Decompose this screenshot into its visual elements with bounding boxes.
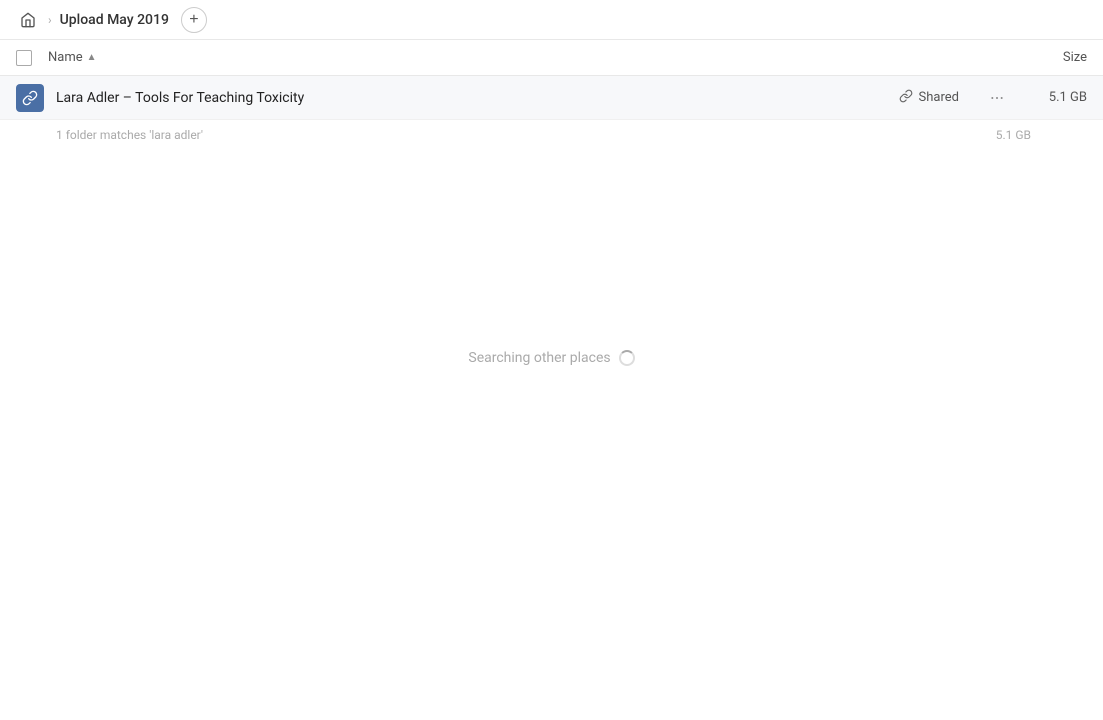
select-all-checkbox[interactable] [16, 50, 48, 66]
file-row[interactable]: Lara Adler – Tools For Teaching Toxicity… [0, 76, 1103, 120]
match-note-size: 5.1 GB [996, 128, 1047, 142]
name-column-header[interactable]: Name ▲ [48, 50, 1007, 65]
shared-label: Shared [919, 90, 959, 105]
file-icon-wrap [16, 84, 48, 112]
breadcrumb-label: Upload May 2019 [60, 12, 169, 28]
file-type-icon [16, 84, 44, 112]
file-name: Lara Adler – Tools For Teaching Toxicity [48, 90, 899, 106]
column-headers: Name ▲ Size [0, 40, 1103, 76]
match-note-row: 1 folder matches 'lara adler' 5.1 GB [0, 120, 1103, 150]
size-column-header[interactable]: Size [1007, 50, 1087, 65]
loading-spinner [619, 350, 635, 366]
breadcrumb-separator: › [48, 13, 52, 27]
header-breadcrumb: › Upload May 2019 + [0, 0, 1103, 40]
searching-text: Searching other places [468, 350, 610, 366]
link-icon [899, 89, 913, 107]
sort-arrow-icon: ▲ [87, 52, 97, 63]
add-button[interactable]: + [181, 7, 207, 33]
file-size: 5.1 GB [1027, 90, 1087, 105]
checkbox[interactable] [16, 50, 32, 66]
shared-area: Shared [899, 89, 959, 107]
searching-area: Searching other places [0, 350, 1103, 366]
home-button[interactable] [16, 8, 40, 32]
more-options-button[interactable] [983, 84, 1011, 112]
match-note-text: 1 folder matches 'lara adler' [56, 128, 203, 142]
